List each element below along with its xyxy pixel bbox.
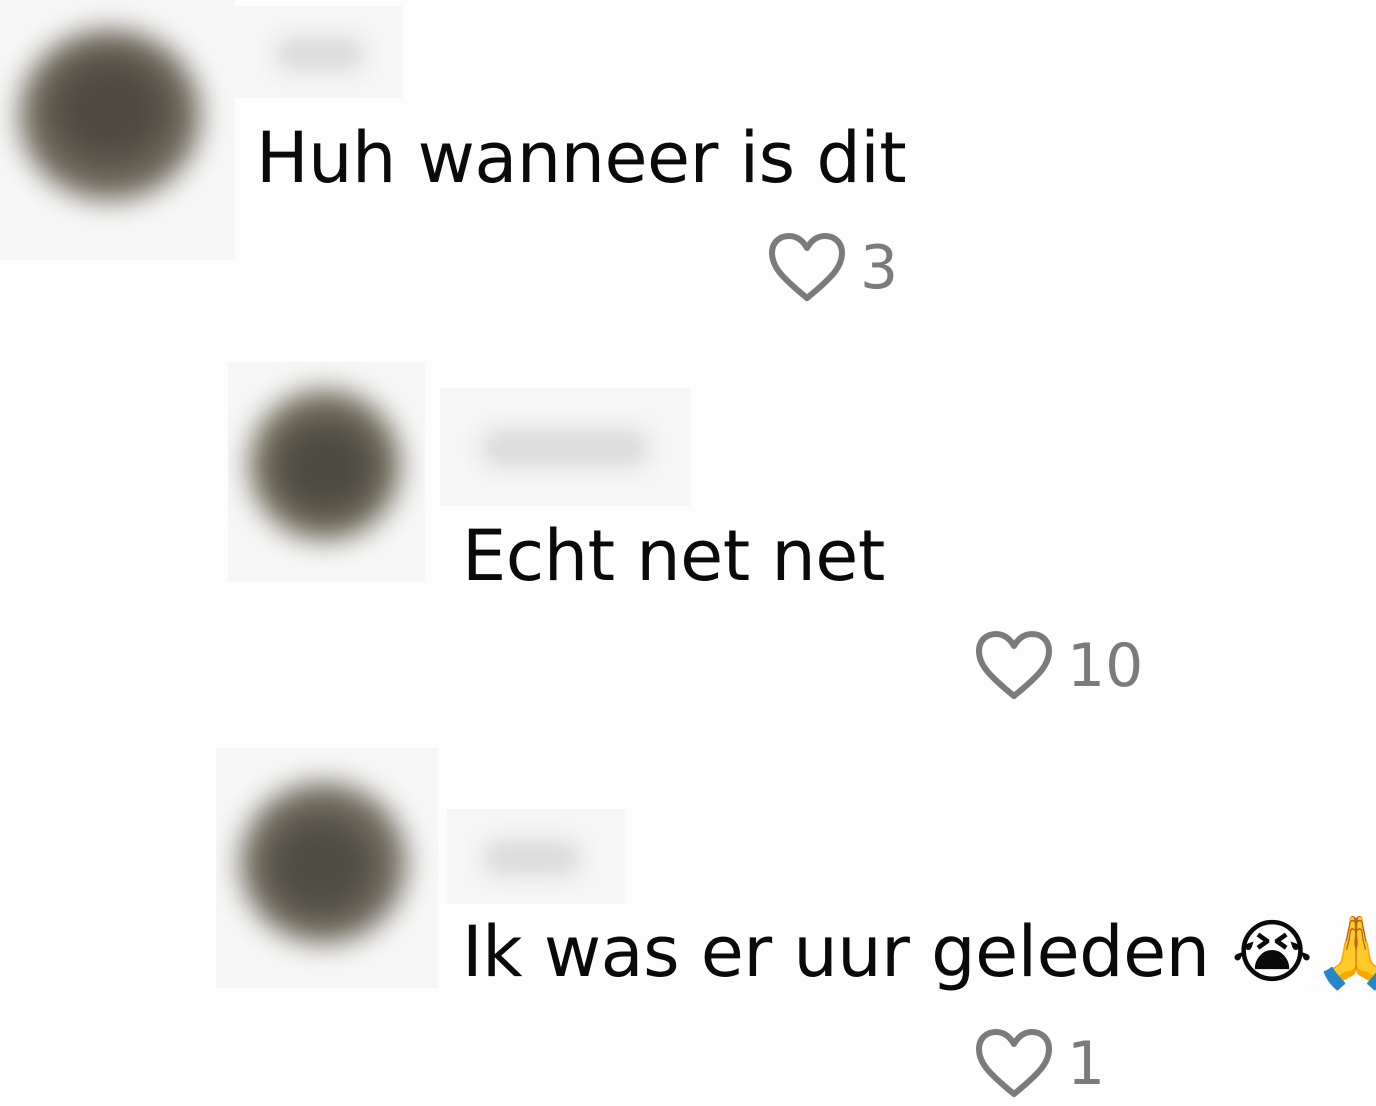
- comment-1: Huh wanneer is dit 3: [0, 0, 1376, 320]
- comment-text: Echt net net: [462, 515, 885, 597]
- username[interactable]: [447, 809, 625, 904]
- comment-3: Ik was er uur geleden 😭🙏 1: [0, 0, 1376, 1099]
- comment-text: Ik was er uur geleden 😭🙏: [462, 911, 1376, 993]
- heart-outline-icon: [975, 630, 1053, 702]
- like-button[interactable]: 10: [975, 626, 1143, 706]
- avatar[interactable]: [0, 0, 235, 260]
- avatar[interactable]: [216, 748, 438, 988]
- like-button[interactable]: 3: [768, 228, 898, 308]
- like-count: 3: [860, 233, 899, 303]
- comments-thread: Huh wanneer is dit 3 Echt net net 10 Ik …: [0, 0, 1376, 1106]
- username[interactable]: [235, 6, 402, 98]
- heart-outline-icon: [975, 1028, 1053, 1100]
- heart-outline-icon: [768, 232, 846, 304]
- like-count: 1: [1067, 1029, 1106, 1099]
- comment-text: Huh wanneer is dit: [256, 117, 907, 199]
- username[interactable]: [440, 388, 690, 506]
- avatar[interactable]: [228, 362, 425, 582]
- like-count: 10: [1067, 631, 1144, 701]
- like-button[interactable]: 1: [975, 1024, 1105, 1104]
